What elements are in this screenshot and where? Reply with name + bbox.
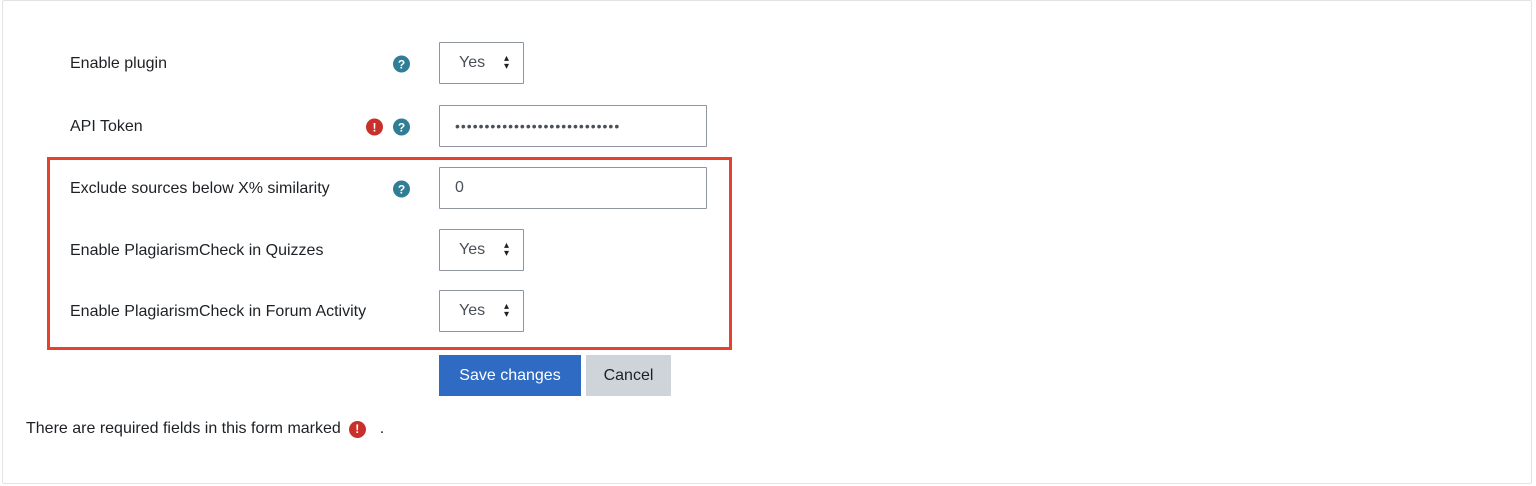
question-circle-icon[interactable]: ?	[393, 118, 410, 136]
forum-label: Enable PlagiarismCheck in Forum Activity	[70, 303, 367, 320]
required-fields-note: There are required fields in this form m…	[26, 420, 384, 438]
select-caret-icon: ▴ ▾	[503, 240, 509, 259]
exclamation-circle-icon: !	[366, 118, 383, 136]
quizzes-select[interactable]: Yes ▴ ▾	[439, 229, 524, 271]
forum-value: Yes	[459, 302, 486, 319]
enable-plugin-row: Enable plugin ? Yes ▴ ▾	[0, 42, 760, 86]
api-token-row: API Token ! ?	[0, 105, 760, 149]
api-token-label: API Token	[70, 118, 143, 135]
exclude-sources-row: Exclude sources below X% similarity ?	[0, 167, 760, 211]
api-token-input[interactable]	[439, 105, 707, 147]
enable-plugin-label: Enable plugin	[70, 55, 167, 72]
exclamation-circle-icon: !	[348, 420, 366, 438]
exclude-sources-input[interactable]	[439, 167, 707, 209]
select-caret-icon: ▴ ▾	[503, 301, 509, 320]
enable-plugin-select[interactable]: Yes ▴ ▾	[439, 42, 524, 84]
select-caret-icon: ▴ ▾	[503, 53, 509, 72]
question-circle-icon[interactable]: ?	[393, 55, 410, 73]
forum-select[interactable]: Yes ▴ ▾	[439, 290, 524, 332]
cancel-button[interactable]: Cancel	[586, 355, 671, 396]
quizzes-label: Enable PlagiarismCheck in Quizzes	[70, 242, 324, 259]
enable-plugin-value: Yes	[459, 54, 486, 71]
required-note-period: .	[379, 420, 385, 437]
question-circle-icon[interactable]: ?	[393, 180, 410, 198]
forum-row: Enable PlagiarismCheck in Forum Activity…	[0, 290, 760, 334]
save-changes-button[interactable]: Save changes	[439, 355, 581, 396]
required-note-text: There are required fields in this form m…	[26, 420, 341, 437]
exclude-sources-label: Exclude sources below X% similarity	[70, 180, 330, 197]
quizzes-row: Enable PlagiarismCheck in Quizzes Yes ▴ ▾	[0, 229, 760, 273]
quizzes-value: Yes	[459, 241, 486, 258]
